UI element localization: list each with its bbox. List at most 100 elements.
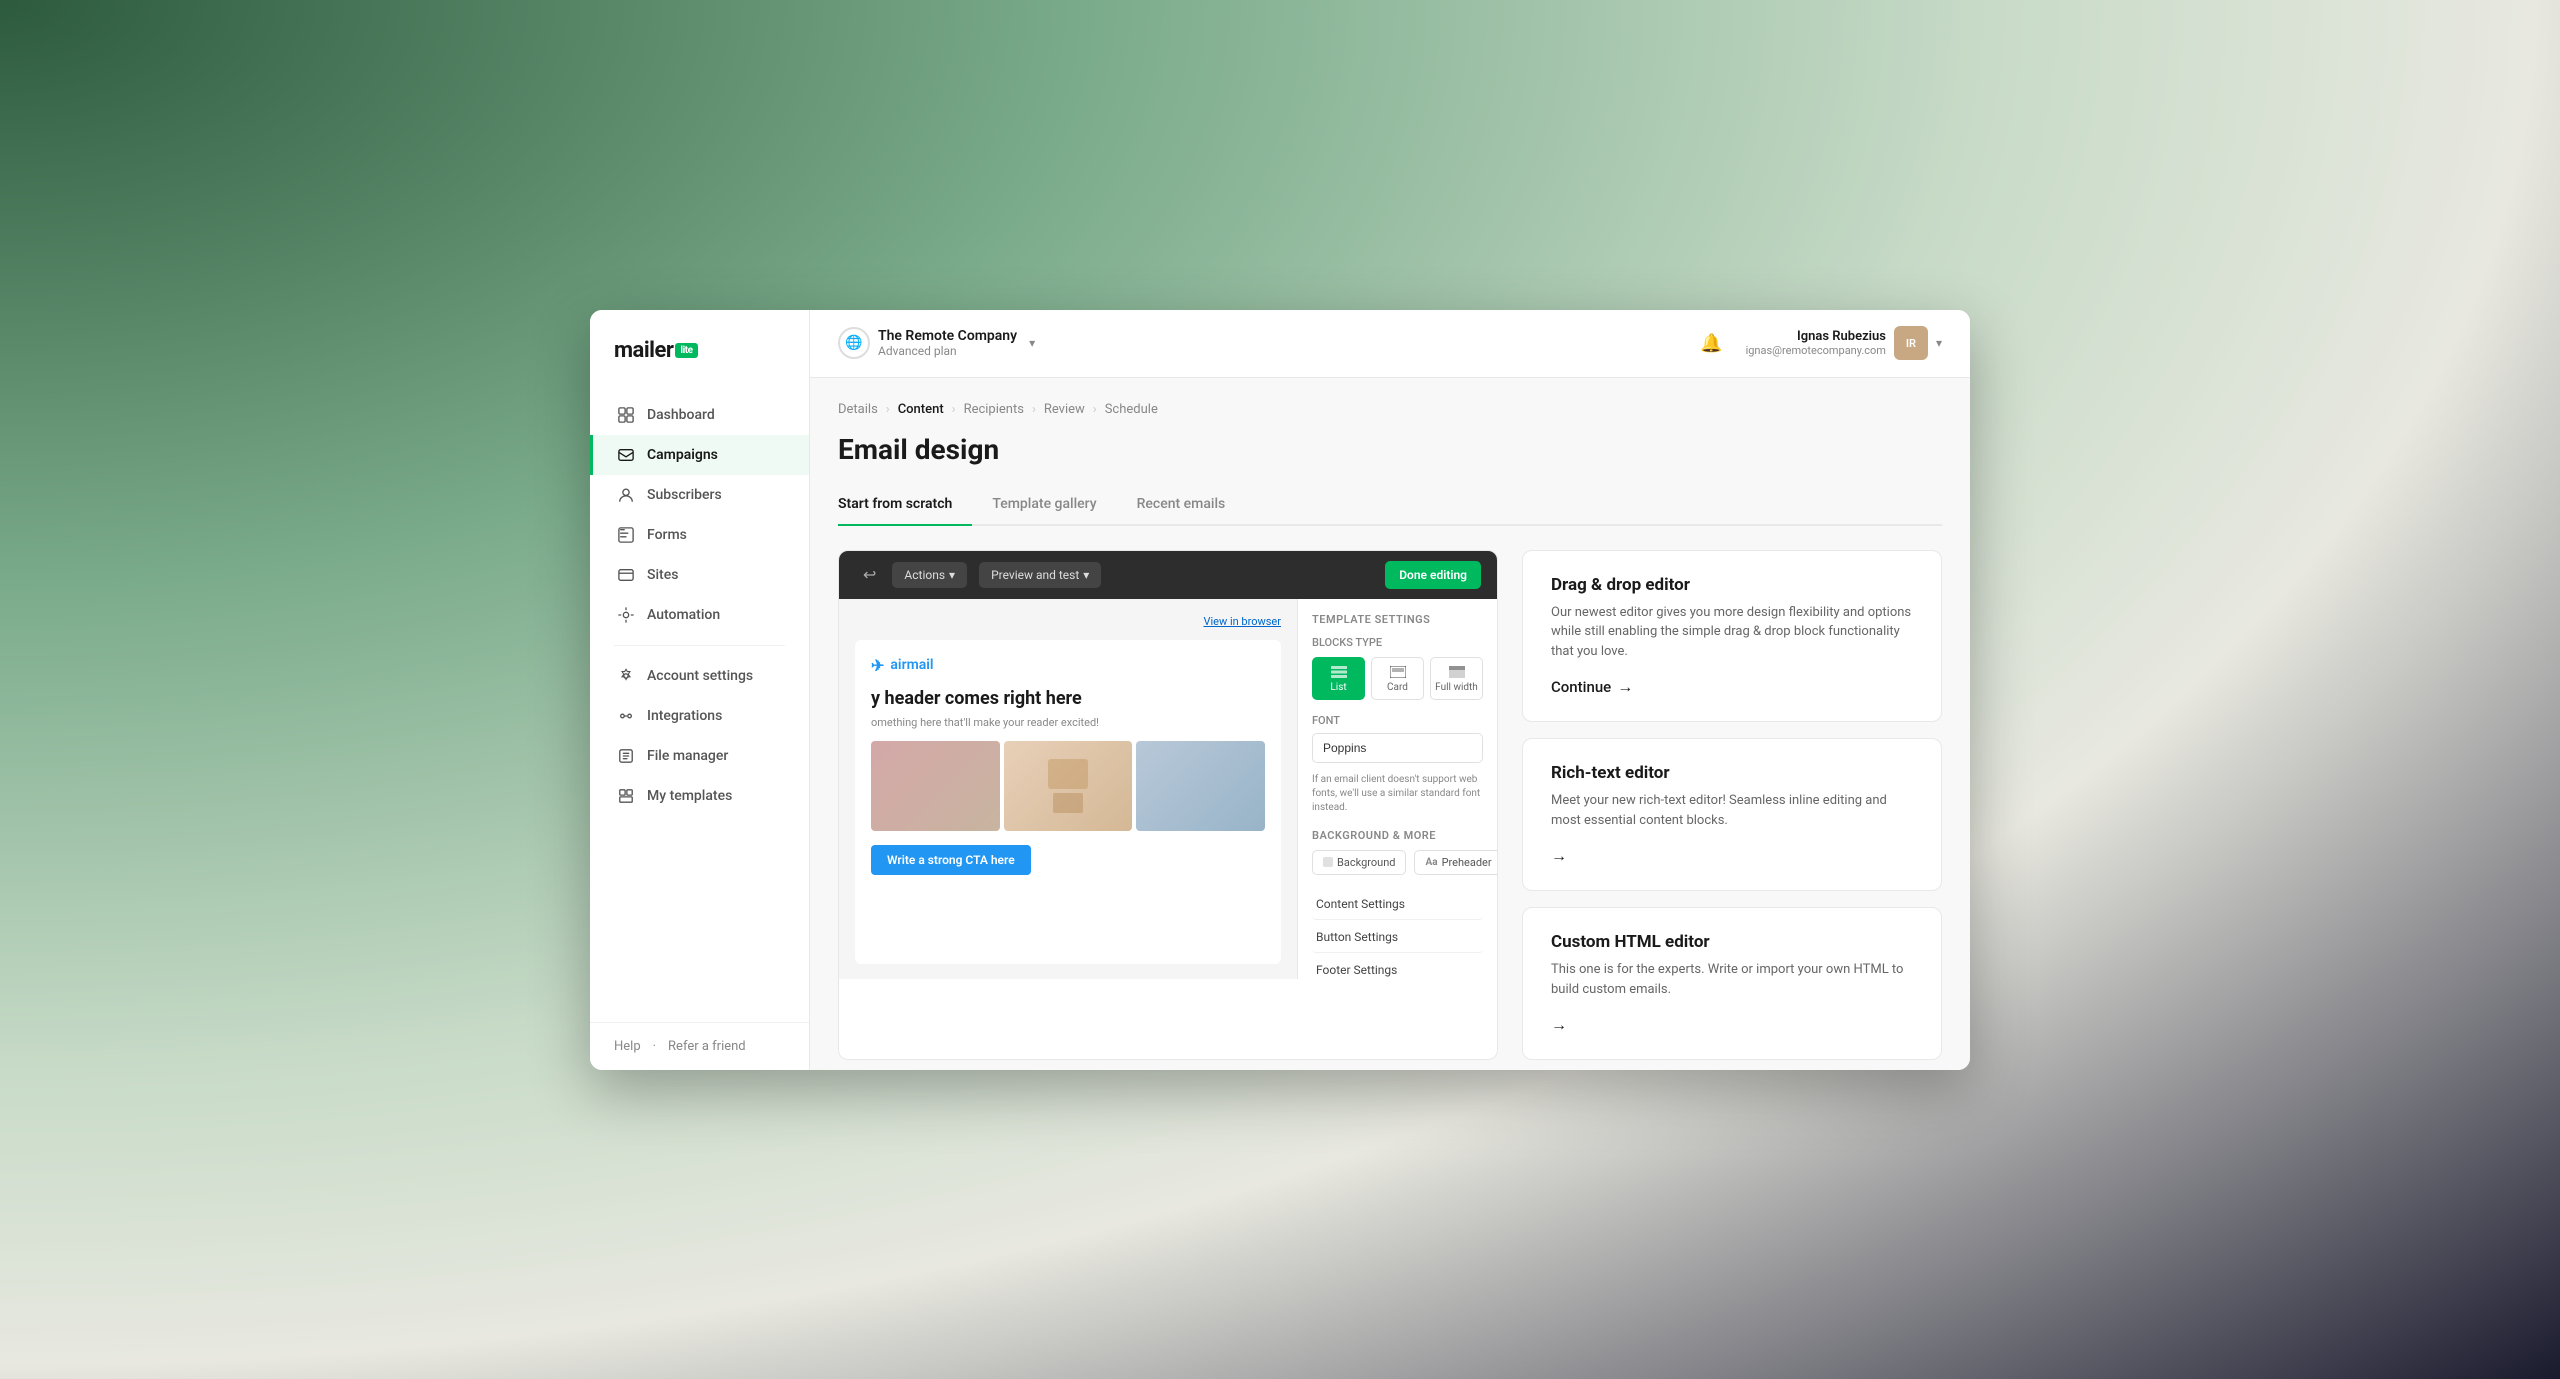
bg-section-title: BACKGROUND & MORE bbox=[1312, 829, 1483, 842]
email-header: y header comes right here bbox=[871, 687, 1265, 710]
breadcrumb-sep-4: › bbox=[1093, 402, 1097, 417]
user-name: Ignas Rubezius bbox=[1797, 329, 1886, 344]
content-settings-link[interactable]: Content Settings bbox=[1312, 889, 1483, 920]
block-type-buttons: List Card Full width bbox=[1312, 657, 1483, 700]
custom-html-card: Custom HTML editor This one is for the e… bbox=[1522, 907, 1942, 1060]
email-image-1 bbox=[871, 741, 1000, 831]
block-type-full-width[interactable]: Full width bbox=[1430, 657, 1483, 700]
company-chevron-icon[interactable]: ▾ bbox=[1029, 336, 1035, 350]
sidebar-item-integrations[interactable]: Integrations bbox=[590, 696, 809, 736]
email-image-3 bbox=[1136, 741, 1265, 831]
template-settings-panel: Template Settings BLOCKS TYPE List Card bbox=[1297, 599, 1497, 979]
email-logo-icon: ✈ bbox=[871, 656, 884, 675]
drag-drop-arrow-icon: → bbox=[1617, 677, 1633, 697]
font-select[interactable]: Poppins Arial Georgia bbox=[1312, 733, 1483, 763]
user-info: Ignas Rubezius ignas@remotecompany.com bbox=[1746, 329, 1886, 357]
rich-text-arrow-link[interactable]: → bbox=[1551, 846, 1913, 866]
header: 🌐 The Remote Company Advanced plan ▾ 🔔 I… bbox=[810, 310, 1970, 378]
content-grid: ↩ Actions ▾ Preview and test ▾ Done edit… bbox=[838, 550, 1942, 1061]
app-window: mailerlite Dashboard Campaigns Subscr bbox=[590, 310, 1970, 1070]
subscribers-icon bbox=[617, 486, 635, 504]
breadcrumb-sep-2: › bbox=[952, 402, 956, 417]
background-button[interactable]: Background bbox=[1312, 850, 1406, 875]
editor-preview: ↩ Actions ▾ Preview and test ▾ Done edit… bbox=[838, 550, 1498, 1061]
user-chevron-icon: ▾ bbox=[1936, 336, 1942, 350]
custom-html-arrow-link[interactable]: → bbox=[1551, 1015, 1913, 1035]
drag-drop-desc: Our newest editor gives you more design … bbox=[1551, 603, 1913, 662]
preheader-button[interactable]: Aa Preheader bbox=[1414, 850, 1497, 875]
avatar: IR bbox=[1894, 326, 1928, 360]
nav-divider bbox=[614, 645, 785, 646]
sidebar-item-subscribers-label: Subscribers bbox=[647, 487, 722, 503]
sidebar-item-forms-label: Forms bbox=[647, 527, 687, 543]
breadcrumb-details[interactable]: Details bbox=[838, 402, 878, 417]
sidebar-nav: Dashboard Campaigns Subscribers Forms bbox=[590, 387, 809, 1022]
custom-html-desc: This one is for the experts. Write or im… bbox=[1551, 960, 1913, 999]
footer-settings-link[interactable]: Footer Settings bbox=[1312, 955, 1483, 979]
view-in-browser-link[interactable]: View in browser bbox=[855, 615, 1281, 628]
sidebar-item-forms[interactable]: Forms bbox=[590, 515, 809, 555]
back-icon[interactable]: ↩ bbox=[855, 561, 884, 588]
user-email: ignas@remotecompany.com bbox=[1746, 344, 1886, 357]
drag-drop-continue-link[interactable]: Continue → bbox=[1551, 677, 1913, 697]
rich-text-title: Rich-text editor bbox=[1551, 763, 1913, 783]
company-plan: Advanced plan bbox=[878, 344, 1017, 358]
breadcrumb-sep-1: › bbox=[886, 402, 890, 417]
blocks-type-label: BLOCKS TYPE bbox=[1312, 636, 1483, 649]
breadcrumb-recipients[interactable]: Recipients bbox=[964, 402, 1024, 417]
actions-button[interactable]: Actions ▾ bbox=[892, 562, 967, 588]
settings-icon bbox=[617, 667, 635, 685]
sites-icon bbox=[617, 566, 635, 584]
sidebar-item-dashboard[interactable]: Dashboard bbox=[590, 395, 809, 435]
help-link[interactable]: Help bbox=[614, 1039, 641, 1054]
user-menu[interactable]: Ignas Rubezius ignas@remotecompany.com I… bbox=[1746, 326, 1942, 360]
sidebar-item-automation[interactable]: Automation bbox=[590, 595, 809, 635]
sidebar-item-subscribers[interactable]: Subscribers bbox=[590, 475, 809, 515]
sidebar-item-sites[interactable]: Sites bbox=[590, 555, 809, 595]
breadcrumb-review[interactable]: Review bbox=[1044, 402, 1085, 417]
rich-text-arrow-icon: → bbox=[1551, 846, 1567, 866]
drag-drop-card: Drag & drop editor Our newest editor giv… bbox=[1522, 550, 1942, 723]
logo: mailerlite bbox=[590, 310, 809, 387]
email-images bbox=[871, 741, 1265, 831]
font-label: FONT bbox=[1312, 714, 1483, 727]
header-company-info: The Remote Company Advanced plan bbox=[878, 328, 1017, 358]
notifications-bell-icon[interactable]: 🔔 bbox=[1694, 325, 1730, 361]
bg-buttons: Background Aa Preheader bbox=[1312, 850, 1483, 875]
done-editing-button[interactable]: Done editing bbox=[1385, 561, 1481, 589]
tab-recent-emails[interactable]: Recent emails bbox=[1117, 486, 1246, 526]
email-logo-text: airmail bbox=[890, 657, 933, 673]
sidebar-footer: Help · Refer a friend bbox=[590, 1022, 809, 1070]
page-body: Details › Content › Recipients › Review … bbox=[810, 378, 1970, 1070]
block-type-list[interactable]: List bbox=[1312, 657, 1365, 700]
dashboard-icon bbox=[617, 406, 635, 424]
email-cta-button[interactable]: Write a strong CTA here bbox=[871, 845, 1031, 875]
breadcrumb: Details › Content › Recipients › Review … bbox=[838, 402, 1942, 417]
refer-link[interactable]: Refer a friend bbox=[668, 1039, 746, 1054]
breadcrumb-sep-3: › bbox=[1032, 402, 1036, 417]
sidebar-item-my-templates[interactable]: My templates bbox=[590, 776, 809, 816]
logo-mailer: mailer bbox=[614, 338, 673, 363]
sidebar-item-my-templates-label: My templates bbox=[647, 788, 732, 804]
sidebar-item-file-manager[interactable]: File manager bbox=[590, 736, 809, 776]
button-settings-link[interactable]: Button Settings bbox=[1312, 922, 1483, 953]
logo-text: mailerlite bbox=[614, 338, 698, 363]
template-settings-title: Template Settings bbox=[1312, 613, 1483, 626]
tab-template-gallery[interactable]: Template gallery bbox=[972, 486, 1116, 526]
breadcrumb-schedule[interactable]: Schedule bbox=[1105, 402, 1158, 417]
templates-icon bbox=[617, 787, 635, 805]
sidebar-item-dashboard-label: Dashboard bbox=[647, 407, 715, 423]
preview-button[interactable]: Preview and test ▾ bbox=[979, 562, 1101, 588]
custom-html-title: Custom HTML editor bbox=[1551, 932, 1913, 952]
breadcrumb-content[interactable]: Content bbox=[898, 402, 944, 417]
sidebar-item-campaigns[interactable]: Campaigns bbox=[590, 435, 809, 475]
footer-separator: · bbox=[653, 1039, 656, 1054]
email-canvas: View in browser ✈ airmail y header comes… bbox=[839, 599, 1297, 979]
rich-text-desc: Meet your new rich-text editor! Seamless… bbox=[1551, 791, 1913, 830]
email-preview: ✈ airmail y header comes right here omet… bbox=[855, 640, 1281, 964]
block-type-card[interactable]: Card bbox=[1371, 657, 1424, 700]
sidebar-item-file-manager-label: File manager bbox=[647, 748, 728, 764]
tab-start-from-scratch[interactable]: Start from scratch bbox=[838, 486, 972, 526]
email-image-2 bbox=[1004, 741, 1133, 831]
sidebar-item-account-settings[interactable]: Account settings bbox=[590, 656, 809, 696]
